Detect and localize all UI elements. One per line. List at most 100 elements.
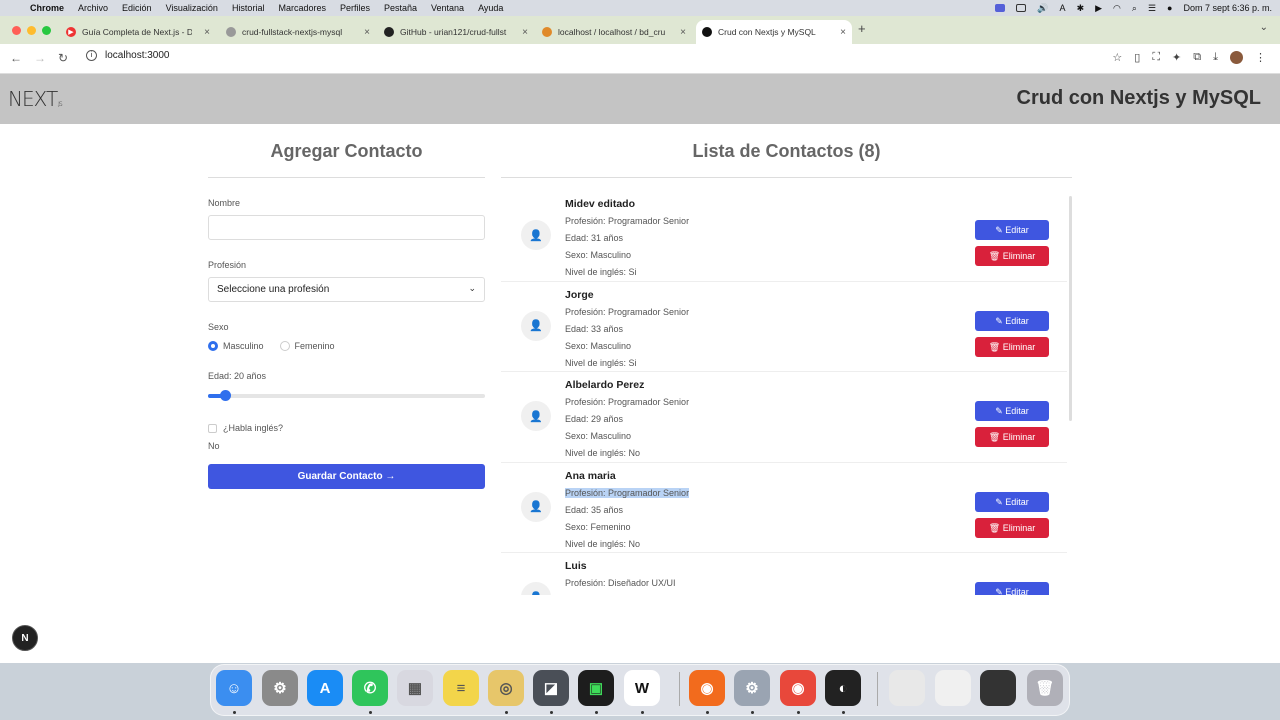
forward-icon[interactable]: → bbox=[34, 51, 46, 65]
download-icon[interactable]: ⤓ bbox=[1213, 51, 1218, 64]
close-tab-icon[interactable]: × bbox=[522, 27, 528, 38]
new-tab-icon[interactable]: + bbox=[858, 21, 866, 36]
radio-unselected-icon[interactable] bbox=[279, 341, 290, 351]
firefox-icon[interactable]: ◉ bbox=[689, 670, 725, 706]
launchpad-icon[interactable]: ▦ bbox=[397, 670, 433, 706]
age-slider-thumb[interactable] bbox=[219, 390, 231, 401]
notion-icon[interactable]: W bbox=[624, 670, 660, 706]
edit-label: Editar bbox=[1005, 406, 1029, 416]
edit-button[interactable]: ✎ Editar bbox=[975, 401, 1049, 421]
browser-tab-active[interactable]: Crud con Nextjs y MySQL × bbox=[696, 20, 852, 44]
profile-avatar[interactable] bbox=[1230, 51, 1243, 64]
finder-icon[interactable]: ☺ bbox=[216, 670, 252, 706]
keyboard-icon[interactable]: A bbox=[1060, 3, 1066, 13]
address-bar[interactable]: i localhost:3000 bbox=[86, 50, 170, 61]
close-tab-icon[interactable]: × bbox=[364, 27, 370, 38]
menu-historial[interactable]: Historial bbox=[232, 3, 265, 13]
edit-button[interactable]: ✎ Editar bbox=[975, 220, 1049, 240]
search-icon[interactable]: ⌕ bbox=[1132, 3, 1137, 14]
menu-marcadores[interactable]: Marcadores bbox=[278, 3, 326, 13]
save-contact-button[interactable]: Guardar Contacto → bbox=[208, 464, 485, 489]
bookmark-star-icon[interactable]: ☆ bbox=[1112, 51, 1122, 64]
contact-profession: Profesión: Programador Senior bbox=[565, 216, 690, 226]
dbngin-icon[interactable]: ◪ bbox=[533, 670, 569, 706]
edit-label: Editar bbox=[1005, 315, 1029, 326]
site-info-icon[interactable]: i bbox=[86, 50, 97, 61]
extensions-puzzle-icon[interactable]: ⧉ bbox=[1193, 51, 1201, 64]
radio-femenino[interactable]: Femenino bbox=[279, 341, 335, 351]
profession-select[interactable]: Seleccione una profesión ⌄ bbox=[208, 277, 485, 302]
radio-masculino[interactable]: Masculino bbox=[208, 341, 264, 351]
list-scrollbar[interactable] bbox=[1069, 196, 1072, 421]
delete-button[interactable]: 🗑 Eliminar bbox=[975, 427, 1049, 447]
browser-tab[interactable]: ▶ Guía Completa de Next.js - D × bbox=[60, 20, 216, 44]
logo-text: NEXT bbox=[8, 87, 58, 111]
running-indicator bbox=[505, 711, 508, 714]
volume-icon[interactable]: 🔊 bbox=[1037, 3, 1048, 14]
extension-icon[interactable]: ✦ bbox=[1172, 51, 1181, 64]
preview-icon[interactable]: ⚙ bbox=[734, 670, 770, 706]
obs-icon[interactable]: ◐ bbox=[825, 670, 861, 706]
menu-ventana[interactable]: Ventana bbox=[431, 3, 464, 13]
menu-ayuda[interactable]: Ayuda bbox=[478, 3, 503, 13]
menu-visualizacion[interactable]: Visualización bbox=[166, 3, 218, 13]
radio-selected-icon[interactable] bbox=[208, 341, 218, 351]
contact-english: Nivel de inglés: Si bbox=[565, 357, 637, 368]
close-tab-icon[interactable]: × bbox=[680, 27, 686, 38]
close-tab-icon[interactable]: × bbox=[840, 27, 846, 38]
menu-app-name[interactable]: Chrome bbox=[30, 3, 64, 13]
nextjs-devtools-badge[interactable]: N bbox=[12, 625, 38, 651]
trash-icon[interactable]: 🗑 bbox=[1027, 670, 1063, 706]
edit-button[interactable]: ✎ Editar bbox=[975, 582, 1049, 595]
menu-perfiles[interactable]: Perfiles bbox=[340, 3, 370, 13]
github-icon bbox=[384, 27, 394, 37]
minimize-window-icon[interactable] bbox=[27, 26, 36, 35]
extension-icon[interactable]: ▯ bbox=[1134, 51, 1140, 64]
name-input[interactable] bbox=[208, 215, 485, 240]
menu-archivo[interactable]: Archivo bbox=[78, 3, 108, 13]
close-window-icon[interactable] bbox=[12, 26, 21, 35]
status-icon[interactable] bbox=[1016, 4, 1027, 12]
bluetooth-icon[interactable]: ✱ bbox=[1077, 3, 1085, 14]
browser-tab[interactable]: localhost / localhost / bd_cru × bbox=[536, 20, 692, 44]
menu-edicion[interactable]: Edición bbox=[122, 3, 152, 13]
extension-icon[interactable]: ⛶ bbox=[1152, 51, 1160, 64]
delete-button[interactable]: 🗑 Eliminar bbox=[975, 336, 1049, 357]
menu-pestana[interactable]: Pestaña bbox=[384, 3, 417, 13]
edit-button[interactable]: ✎ Editar bbox=[975, 310, 1049, 331]
more-menu-icon[interactable]: ⋮ bbox=[1255, 51, 1266, 64]
whatsapp-icon[interactable]: ✆ bbox=[352, 670, 388, 706]
reload-icon[interactable]: ↻ bbox=[58, 51, 68, 65]
user-icon: 👤 bbox=[521, 582, 551, 595]
add-contact-form: Agregar Contacto Nombre Profesión Selecc… bbox=[208, 124, 485, 489]
sequel-icon[interactable]: ◎ bbox=[488, 670, 524, 706]
zoom-window-icon[interactable] bbox=[42, 26, 51, 35]
browser-tab[interactable]: GitHub - urian121/crud-fullst × bbox=[378, 20, 534, 44]
app-store-icon[interactable]: A bbox=[307, 670, 343, 706]
wifi-icon[interactable]: ◠ bbox=[1113, 3, 1121, 14]
tab-title: GitHub - urian121/crud-fullst bbox=[400, 27, 507, 37]
window-thumbnail-icon[interactable] bbox=[980, 670, 1016, 706]
globe-icon bbox=[226, 27, 236, 37]
window-thumbnail-icon[interactable] bbox=[935, 670, 971, 706]
clock[interactable]: Dom 7 sept 6:36 p. m. bbox=[1183, 3, 1272, 13]
delete-button[interactable]: 🗑 Eliminar bbox=[975, 517, 1049, 538]
edit-button[interactable]: ✎ Editar bbox=[975, 491, 1049, 512]
window-thumbnail-icon[interactable] bbox=[889, 670, 925, 706]
close-tab-icon[interactable]: × bbox=[204, 27, 210, 38]
system-settings-icon[interactable]: ⚙ bbox=[262, 670, 298, 706]
chrome-icon[interactable]: ◉ bbox=[780, 670, 816, 706]
english-checkbox-row[interactable]: ¿Habla inglés? bbox=[208, 423, 485, 433]
siri-icon[interactable]: ● bbox=[1167, 3, 1172, 13]
terminal-icon[interactable]: ▣ bbox=[578, 670, 614, 706]
tab-search-chevron-icon[interactable]: ⌄ bbox=[1260, 22, 1268, 33]
back-icon[interactable]: ← bbox=[10, 51, 22, 65]
play-icon[interactable]: ▶ bbox=[1095, 3, 1102, 14]
delete-button[interactable]: 🗑 Eliminar bbox=[975, 246, 1049, 266]
age-slider[interactable] bbox=[208, 390, 485, 401]
english-checkbox[interactable] bbox=[208, 423, 217, 433]
notes-icon[interactable]: ≡ bbox=[443, 670, 479, 706]
browser-tab[interactable]: crud-fullstack-nextjs-mysql × bbox=[220, 20, 376, 44]
screen-record-icon[interactable] bbox=[995, 4, 1006, 12]
control-center-icon[interactable]: ☰ bbox=[1148, 3, 1156, 14]
